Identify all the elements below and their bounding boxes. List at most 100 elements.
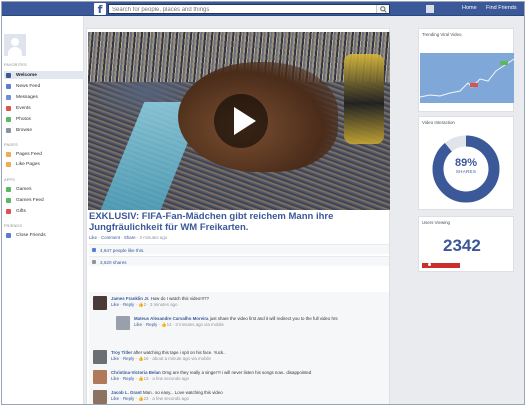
sidebar-item-label: Gifts: [16, 208, 26, 214]
comment-author[interactable]: Jacob L. Grant: [111, 390, 142, 395]
sidebar-item-label: Welcome: [16, 72, 37, 78]
share-icon: [92, 260, 96, 264]
live-dot-icon: [428, 263, 431, 266]
like-link[interactable]: Like: [89, 235, 97, 240]
thumbs-up-icon: [92, 248, 96, 252]
trending-graph-svg: [420, 58, 514, 98]
comment-like-count: 14: [166, 321, 172, 327]
sidebar-item-photos[interactable]: Photos: [4, 115, 84, 123]
post-actions: Like · Comment · Share · 3 minutes ago: [89, 235, 168, 240]
post-title-line-2: Jungfräulichkeit für WM Freikarten.: [89, 222, 249, 233]
shares-donut: 89% SHARES: [431, 134, 501, 204]
comment-author[interactable]: Troy Titler: [111, 350, 132, 355]
sidebar-item-label: Messages: [16, 94, 38, 100]
sidebar-item-label: Games: [16, 186, 32, 192]
news-feed-icon: [6, 83, 11, 89]
avatar[interactable]: [93, 296, 107, 310]
section-label-apps: APPS: [4, 178, 15, 182]
avatar[interactable]: [93, 390, 107, 404]
sidebar-item-browse[interactable]: Browse: [4, 126, 84, 134]
sidebar-item-news-feed[interactable]: News Feed: [4, 82, 84, 90]
play-icon[interactable]: [214, 94, 268, 148]
home-link[interactable]: Home: [462, 5, 477, 11]
interaction-card: Video Interaction 89% SHARES: [418, 116, 514, 210]
comment-body: Christina-Victoria Belan Omg are they re…: [111, 370, 381, 382]
trending-graph[interactable]: [420, 53, 514, 103]
section-label-pages: PAGES: [4, 143, 18, 147]
sidebar-item-label: News Feed: [16, 83, 41, 89]
close-friends-icon: [6, 232, 11, 238]
pages-feed-icon: [6, 151, 11, 157]
donut-label: 89% SHARES: [431, 157, 501, 174]
comment-like-reply[interactable]: Like · Reply ·: [111, 396, 137, 401]
comment-time: 3 minutes ago via mobile: [175, 321, 224, 327]
comment-like-reply[interactable]: Like · Reply ·: [134, 322, 160, 327]
sidebar-item-label: Games Feed: [16, 197, 44, 203]
comment-time: a few seconds ago: [152, 395, 189, 401]
messages-icon: [6, 94, 11, 100]
sidebar-item-label: Pages Feed: [16, 151, 42, 157]
sidebar-item-label: Photos: [16, 116, 31, 122]
section-label-favorites: FAVORITES: [4, 63, 27, 67]
comments-section: James Franklin Jr. How do I watch this v…: [89, 292, 389, 404]
comment-body: James Franklin Jr. How do I watch this v…: [111, 296, 381, 308]
share-link[interactable]: Share: [124, 235, 136, 240]
post-timestamp: 3 minutes ago: [139, 235, 168, 240]
comment-time: about a minute ago via mobile: [152, 355, 211, 361]
marker-icon: [470, 83, 478, 87]
find-friends-link[interactable]: Find Friends: [486, 5, 517, 11]
card-title: Video Interaction: [422, 120, 455, 125]
shares-summary[interactable]: 3,620 shares: [89, 256, 389, 266]
post-card: EXKLUSIV: FIFA-Fan-Mädchen gibt reichem …: [86, 28, 390, 404]
comment-time: a few seconds ago: [152, 375, 189, 381]
comment-like-reply[interactable]: Like · Reply ·: [111, 356, 137, 361]
profile-avatar[interactable]: [4, 34, 26, 56]
search-icon: [380, 6, 387, 13]
facebook-logo-icon[interactable]: f: [94, 3, 106, 16]
section-label-friends: FRIENDS: [4, 224, 23, 228]
sidebar-item-pages-feed[interactable]: Pages Feed: [4, 150, 84, 158]
comment-link[interactable]: Comment: [101, 235, 120, 240]
comment-like-reply[interactable]: Like · Reply ·: [111, 302, 137, 307]
comment-actions: Like · Reply · 👍13 · a few seconds ago: [111, 375, 189, 381]
comment-author[interactable]: Mateus Alexandre Carvalho Moreira: [134, 316, 209, 321]
sidebar-item-label: Close Friends: [16, 232, 46, 238]
viewing-card: Users Viewing 2342: [418, 216, 514, 272]
card-title: Users Viewing: [422, 220, 450, 225]
comment-actions: Like · Reply · 👍2 · 3 minutes ago: [111, 301, 178, 307]
post-title-line-1: EXKLUSIV: FIFA-Fan-Mädchen gibt reichem …: [89, 211, 334, 222]
search-button[interactable]: [376, 5, 389, 13]
likes-summary[interactable]: 4,647 people like this.: [89, 244, 389, 254]
avatar[interactable]: [93, 350, 107, 364]
comment-author[interactable]: Christina-Victoria Belan: [111, 370, 161, 375]
comment-body: Jacob L. Grant Man.. so easy... Love wat…: [111, 390, 381, 402]
sidebar-item-gifts[interactable]: Gifts: [4, 207, 84, 215]
events-icon: [6, 105, 11, 111]
like-pages-icon: [6, 161, 11, 167]
comment-actions: Like · Reply · 👍23 · a few seconds ago: [111, 395, 189, 401]
sidebar-item-label: Like Pages: [16, 161, 40, 167]
comment-like-count: 2: [143, 301, 147, 307]
search-box[interactable]: [108, 4, 390, 14]
sidebar-item-games-feed[interactable]: Games Feed: [4, 196, 84, 204]
comment-author[interactable]: James Franklin Jr.: [111, 296, 149, 301]
search-input[interactable]: [112, 5, 374, 14]
comment-body: Troy Titler after watching this tape i s…: [111, 350, 381, 362]
sidebar-item-welcome[interactable]: Welcome: [4, 71, 84, 79]
sidebar-item-messages[interactable]: Messages: [4, 93, 84, 101]
sidebar-item-games[interactable]: Games: [4, 185, 84, 193]
avatar[interactable]: [116, 316, 130, 330]
avatar[interactable]: [93, 370, 107, 384]
card-title: Trending Viral Video: [422, 32, 462, 37]
comment-like-reply[interactable]: Like · Reply ·: [111, 376, 137, 381]
video-thumbnail[interactable]: [88, 32, 390, 210]
shares-percent: 89%: [454, 157, 478, 169]
sidebar-item-close-friends[interactable]: Close Friends: [4, 231, 84, 239]
shares-count: 3,620 shares: [100, 259, 127, 265]
profile-avatar-small[interactable]: [426, 5, 434, 13]
post-title[interactable]: EXKLUSIV: FIFA-Fan-Mädchen gibt reichem …: [89, 211, 389, 233]
sidebar-item-events[interactable]: Events: [4, 104, 84, 112]
browser-frame: f Home Find Friends FAVORITES Welcome Ne…: [1, 1, 525, 405]
sidebar-item-like-pages[interactable]: Like Pages: [4, 160, 84, 168]
shares-label: SHARES: [455, 169, 477, 174]
